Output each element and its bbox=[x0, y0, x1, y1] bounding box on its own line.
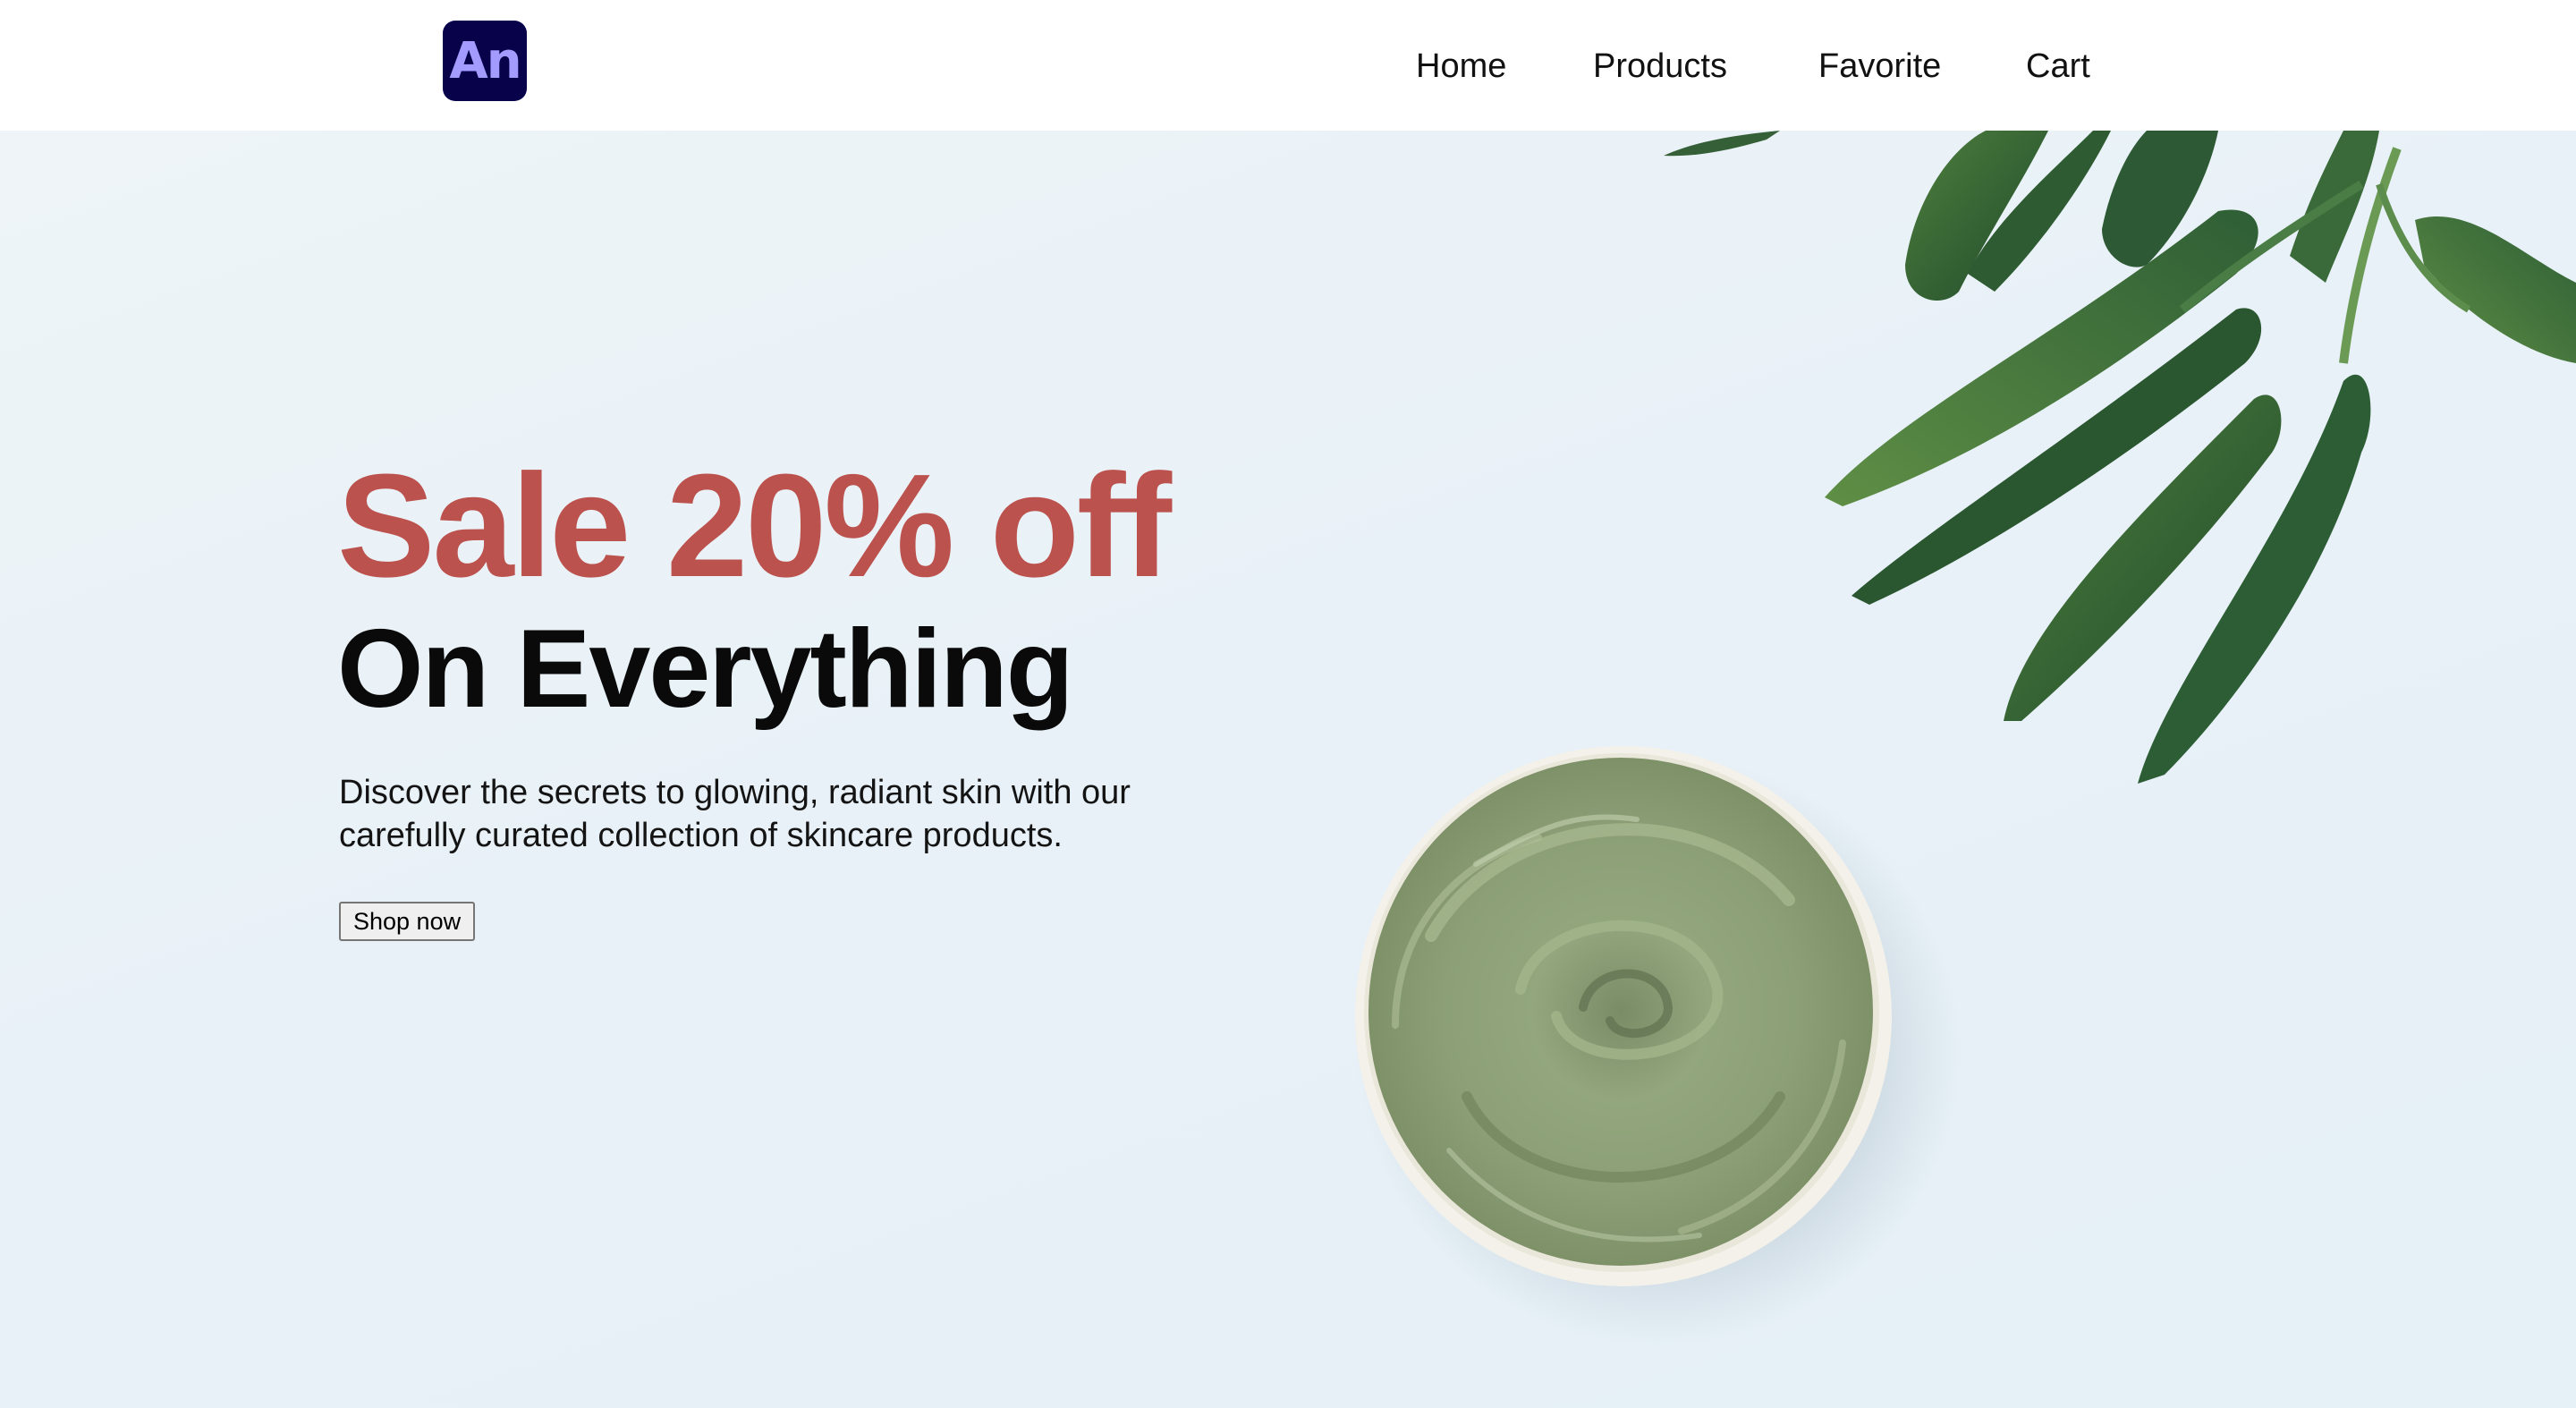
hero-background-image bbox=[1355, 131, 2576, 1347]
logo-text: An bbox=[449, 31, 521, 90]
nav-link-cart[interactable]: Cart bbox=[2026, 45, 2090, 88]
brand-logo[interactable]: An bbox=[443, 21, 527, 101]
sale-subheadline: On Everything bbox=[337, 607, 1073, 731]
nav-link-favorite[interactable]: Favorite bbox=[1818, 45, 1941, 88]
nav-link-products[interactable]: Products bbox=[1593, 45, 1727, 88]
sale-headline: Sale 20% off bbox=[337, 444, 1172, 607]
navbar: An Home Products Favorite Cart bbox=[0, 0, 2576, 131]
hero-banner: Sale 20% off On Everything Discover the … bbox=[0, 131, 2576, 1408]
leaf-branch bbox=[1664, 131, 2576, 784]
nav-link-home[interactable]: Home bbox=[1416, 45, 1506, 88]
shop-now-button[interactable]: Shop now bbox=[339, 902, 476, 941]
landing-page: An Home Products Favorite Cart Sale 20% … bbox=[0, 0, 2576, 1408]
hero-description: Discover the secrets to glowing, radiant… bbox=[339, 774, 1131, 854]
